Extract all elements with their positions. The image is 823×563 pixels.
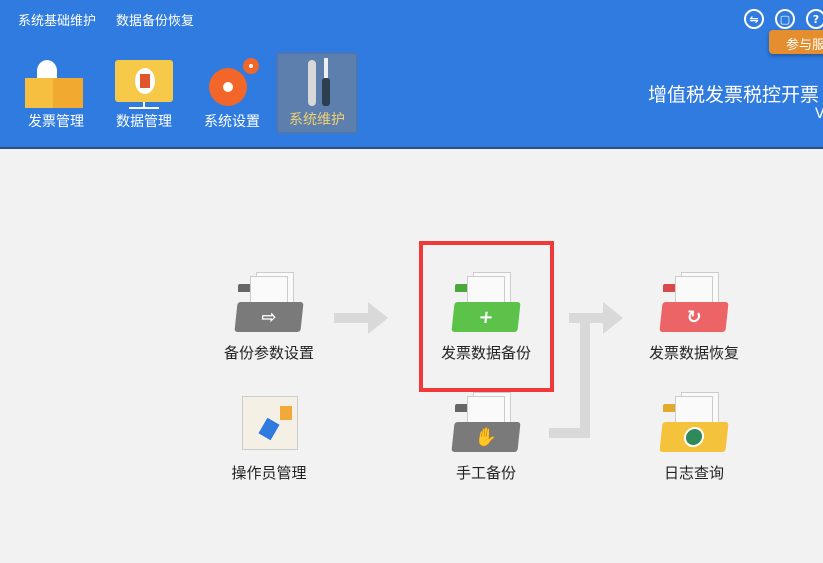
- nav-system-settings[interactable]: 系统设置: [191, 52, 273, 134]
- arrow-head: [368, 302, 388, 334]
- nav-invoice-management[interactable]: 发票管理: [15, 52, 97, 134]
- feedback-icon[interactable]: ▢: [775, 9, 795, 29]
- invoice-box-icon: [15, 52, 97, 110]
- tooltip: 参与服: [769, 30, 823, 54]
- menu-system-basic-maintenance[interactable]: 系统基础维护: [18, 10, 96, 29]
- highlight-box: [419, 241, 554, 392]
- backup-settings-icon: ⇨: [234, 272, 304, 332]
- log-clock-icon: [659, 392, 729, 452]
- backup-settings-item[interactable]: ⇨ 备份参数设置: [199, 272, 339, 363]
- switch-icon[interactable]: ⇋: [744, 9, 764, 29]
- nav-data-management[interactable]: 数据管理: [103, 52, 185, 134]
- help-icon[interactable]: ?: [806, 9, 823, 29]
- arrow-connector: [580, 313, 590, 438]
- operator-management-item[interactable]: 操作员管理: [199, 396, 339, 483]
- nav-system-maintenance[interactable]: 系统维护: [276, 52, 358, 134]
- manual-backup-icon: ✋: [451, 392, 521, 452]
- menu-data-backup-restore[interactable]: 数据备份恢复: [116, 10, 194, 29]
- tools-icon: [278, 54, 356, 112]
- restore-icon: ↻: [659, 272, 729, 332]
- data-folder-icon: [103, 52, 185, 110]
- app-title: 增值税发票税控开票: [648, 84, 820, 106]
- arrow-head: [603, 302, 623, 334]
- arrow-connector: [334, 313, 370, 323]
- log-query-item[interactable]: 日志查询: [624, 392, 764, 483]
- top-menu: 系统基础维护 数据备份恢复: [18, 10, 194, 29]
- operator-card-icon: [236, 396, 302, 452]
- header: 系统基础维护 数据备份恢复 发票管理 数据管理 系统设置 系统维护 ⇋ ▢ ? …: [0, 0, 823, 149]
- app-version: V: [815, 106, 823, 122]
- toolbar-icons: ⇋ ▢ ?: [744, 9, 823, 29]
- gear-icon: [191, 52, 273, 110]
- manual-backup-item[interactable]: ✋ 手工备份: [416, 392, 556, 483]
- invoice-data-restore-item[interactable]: ↻ 发票数据恢复: [624, 272, 764, 363]
